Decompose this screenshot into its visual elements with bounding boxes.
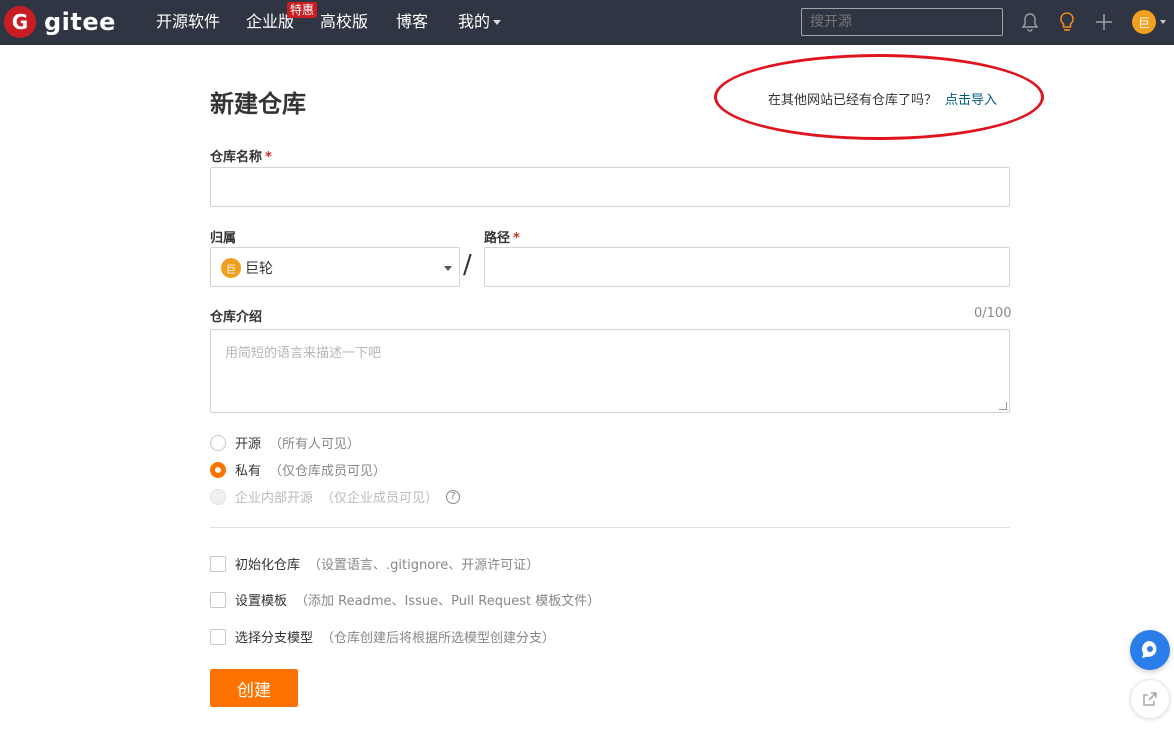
required-mark: * [265,150,272,165]
avatar-chevron-down-icon[interactable] [1160,20,1166,24]
nav-mine[interactable]: 我的 [458,12,502,32]
plus-icon[interactable] [1092,10,1116,34]
search-input[interactable] [801,8,1003,36]
owner-name: 巨轮 [245,261,273,277]
help-icon[interactable]: ? [446,489,461,504]
promo-badge: 特惠 [287,2,318,18]
path-input[interactable] [484,247,1010,287]
repo-name-label-text: 仓库名称 [210,150,263,165]
required-mark: * [513,231,520,246]
radio-private-label: 私有 [235,464,262,479]
owner-select[interactable]: 巨 巨轮 [210,247,460,287]
option-init-repo[interactable]: 初始化仓库 （设置语言、.gitignore、开源许可证） [210,554,539,573]
option-template-hint: （添加 Readme、Issue、Pull Request 模板文件） [295,594,601,609]
share-float-button[interactable] [1130,679,1170,719]
radio-enterprise-label: 企业内部开源 [235,491,314,506]
chevron-down-icon [444,266,452,271]
radio-enterprise-hint: （仅企业成员可见） [321,491,439,506]
external-link-icon [1143,692,1157,706]
chat-bubble-icon [1142,641,1157,658]
intro-label: 仓库介绍 [210,310,263,325]
create-button[interactable]: 创建 [210,669,298,707]
bell-icon[interactable] [1018,10,1042,34]
option-init-repo-label: 初始化仓库 [235,558,301,573]
nav-open-source[interactable]: 开源软件 [156,12,220,32]
checkbox-branch-model[interactable] [210,628,226,645]
visibility-option-private[interactable]: 私有 （仅仓库成员可见） [210,460,386,479]
repo-name-label: 仓库名称 * [210,146,272,165]
path-separator: / [463,250,472,280]
intro-placeholder: 用简短的语言来描述一下吧 [225,346,382,361]
radio-private-hint: （仅仓库成员可见） [269,464,387,479]
radio-public-hint: （所有人可见） [269,437,361,452]
top-navbar: G gitee 开源软件 企业版 特惠 高校版 博客 我的 巨 [0,0,1174,45]
gitee-logo-icon: G [4,6,36,38]
option-init-repo-hint: （设置语言、.gitignore、开源许可证） [308,558,540,573]
option-branch-model[interactable]: 选择分支模型 （仓库创建后将根据所选模型创建分支） [210,627,555,646]
intro-char-counter: 0/100 [974,306,1012,321]
nav-blog[interactable]: 博客 [396,12,428,32]
option-template[interactable]: 设置模板 （添加 Readme、Issue、Pull Request 模板文件） [210,590,600,609]
chevron-down-icon [493,20,502,25]
radio-public-label: 开源 [235,437,262,452]
owner-avatar: 巨 [221,258,241,278]
intro-textarea[interactable]: 用简短的语言来描述一下吧 [210,329,1010,413]
nav-mine-label: 我的 [458,12,491,31]
logo-text: gitee [44,8,116,36]
feedback-float-button[interactable] [1130,630,1170,670]
option-template-label: 设置模板 [235,594,288,609]
divider [210,527,1010,528]
radio-private[interactable] [210,461,226,478]
avatar-letter: 巨 [1132,10,1156,34]
option-branch-model-hint: （仓库创建后将根据所选模型创建分支） [321,631,556,646]
visibility-option-public[interactable]: 开源 （所有人可见） [210,433,360,452]
repo-name-input[interactable] [210,167,1010,207]
radio-public[interactable] [210,434,226,451]
visibility-option-enterprise: 企业内部开源 （仅企业成员可见） ? [210,487,461,506]
gitee-logo[interactable]: G gitee [4,6,116,38]
option-branch-model-label: 选择分支模型 [235,631,314,646]
page-title: 新建仓库 [210,90,306,118]
resize-handle[interactable] [999,402,1007,410]
lightbulb-icon[interactable] [1055,10,1079,34]
radio-enterprise [210,488,226,505]
checkbox-template[interactable] [210,591,226,608]
owner-label: 归属 [210,231,237,246]
import-prompt: 在其他网站已经有仓库了吗？ 点击导入 [768,89,997,108]
import-link[interactable]: 点击导入 [945,93,997,108]
user-avatar[interactable]: 巨 [1132,10,1156,34]
path-label: 路径 * [484,227,520,246]
checkbox-init-repo[interactable] [210,555,226,572]
path-label-text: 路径 [484,231,511,246]
import-prompt-text: 在其他网站已经有仓库了吗？ [768,93,938,108]
nav-university[interactable]: 高校版 [320,12,368,32]
